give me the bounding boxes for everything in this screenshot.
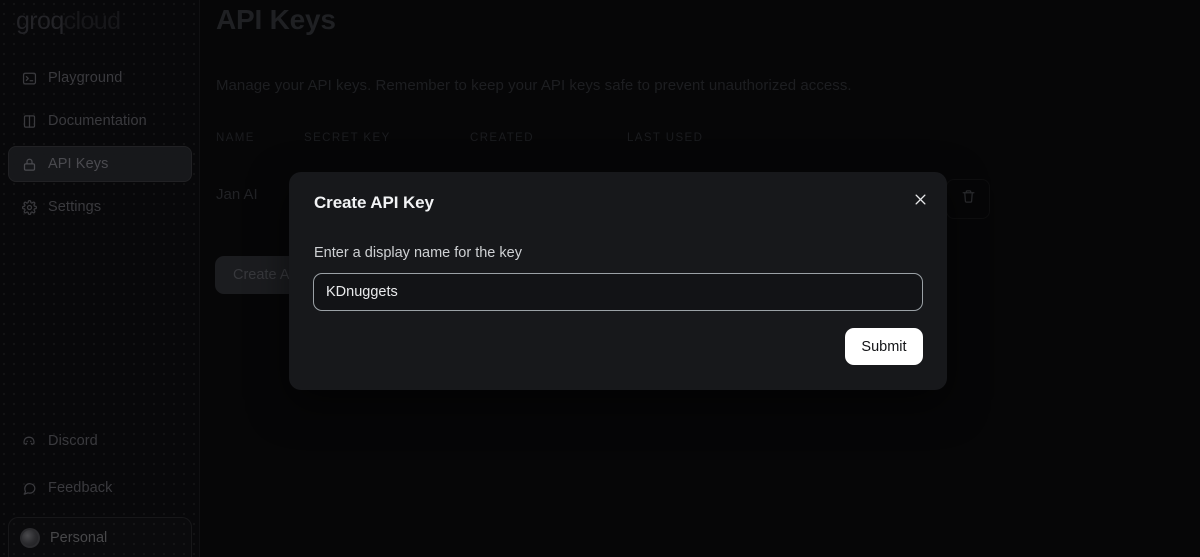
groqcloud-logo[interactable]: groqcloud: [16, 6, 121, 36]
column-header-name: NAME: [216, 132, 255, 144]
sidebar-item-label: Documentation: [48, 113, 147, 129]
account-switcher[interactable]: Personal: [8, 517, 192, 557]
sidebar-item-documentation[interactable]: Documentation: [8, 103, 192, 139]
display-name-input[interactable]: [313, 273, 923, 311]
logo-cloud: cloud: [63, 7, 121, 35]
table-header-row: NAME SECRET KEY CREATED LAST USED: [216, 132, 1190, 160]
create-api-key-modal: Create API Key Enter a display name for …: [289, 172, 947, 390]
sidebar-item-discord[interactable]: Discord: [8, 423, 192, 459]
delete-key-button[interactable]: [946, 179, 990, 219]
book-icon: [21, 113, 37, 129]
app-root: groqcloud Playground Documentation API K…: [0, 0, 1200, 557]
column-header-secret-key: SECRET KEY: [304, 132, 391, 144]
sidebar-item-label: Playground: [48, 70, 123, 86]
page-title: API Keys: [216, 4, 336, 35]
sidebar-item-feedback[interactable]: Feedback: [8, 470, 192, 506]
account-label: Personal: [50, 529, 108, 546]
sidebar-item-label: API Keys: [48, 156, 109, 172]
sidebar-footer: Discord Feedback Personal: [8, 423, 192, 557]
column-header-last-used: LAST USED: [627, 132, 704, 144]
page-description: Manage your API keys. Remember to keep y…: [216, 77, 852, 94]
avatar: [20, 527, 40, 548]
sidebar-nav: Playground Documentation API Keys Settin…: [8, 60, 192, 232]
submit-button[interactable]: Submit: [845, 328, 923, 365]
sidebar-item-settings[interactable]: Settings: [8, 189, 192, 225]
terminal-icon: [21, 70, 37, 86]
trash-icon: [961, 189, 976, 209]
cell-key-name: Jan AI: [216, 186, 258, 203]
sidebar-item-label: Feedback: [48, 480, 113, 496]
modal-title: Create API Key: [314, 193, 434, 212]
sidebar-item-label: Settings: [48, 199, 102, 215]
column-header-created: CREATED: [470, 132, 534, 144]
close-icon[interactable]: [909, 188, 931, 210]
chat-bubble-icon: [21, 480, 37, 496]
sidebar-item-label: Discord: [48, 433, 98, 449]
discord-icon: [21, 433, 37, 449]
logo-groq: groq: [16, 7, 64, 35]
gear-icon: [21, 199, 37, 215]
display-name-label: Enter a display name for the key: [314, 245, 522, 261]
sidebar: groqcloud Playground Documentation API K…: [0, 0, 200, 557]
sidebar-item-playground[interactable]: Playground: [8, 60, 192, 96]
lock-icon: [21, 156, 37, 172]
sidebar-item-api-keys[interactable]: API Keys: [8, 146, 192, 182]
